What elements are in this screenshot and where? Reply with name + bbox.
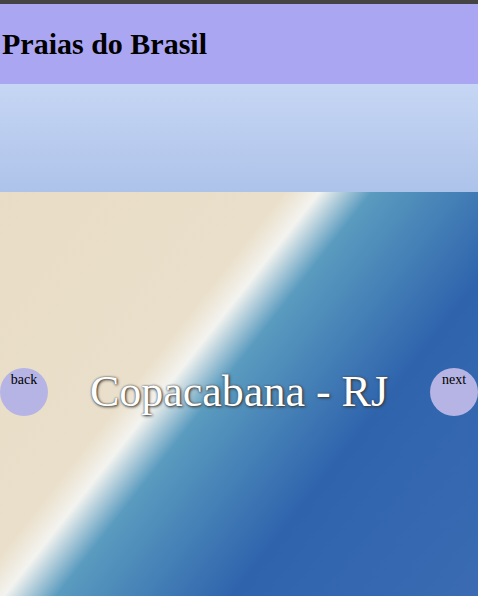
- slide-caption: Copacabana - RJ: [90, 368, 388, 416]
- page-header: Praias do Brasil: [0, 4, 478, 84]
- page-title: Praias do Brasil: [2, 27, 207, 61]
- beach-slide: back Copacabana - RJ next: [0, 84, 478, 596]
- slide-controls: back Copacabana - RJ next: [0, 84, 478, 416]
- next-button[interactable]: next: [430, 368, 478, 416]
- back-button[interactable]: back: [0, 368, 48, 416]
